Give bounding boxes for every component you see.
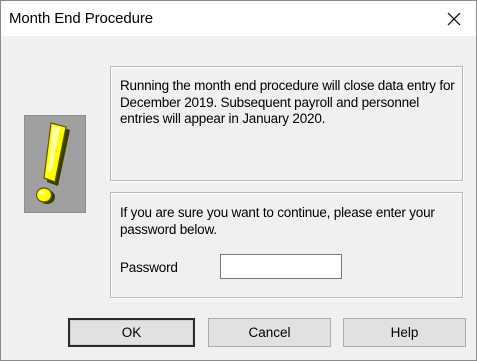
cancel-button[interactable]: Cancel bbox=[208, 318, 331, 347]
close-icon bbox=[447, 12, 461, 25]
message-text: Running the month end procedure will clo… bbox=[120, 78, 455, 126]
help-button[interactable]: Help bbox=[343, 318, 466, 347]
dialog-body: Running the month end procedure will clo… bbox=[1, 36, 476, 360]
title-bar: Month End Procedure bbox=[1, 1, 476, 36]
message-group: Running the month end procedure will clo… bbox=[110, 66, 463, 181]
month-end-dialog: Month End Procedure Running the month en… bbox=[0, 0, 477, 361]
close-button[interactable] bbox=[432, 1, 476, 36]
password-label: Password bbox=[120, 260, 178, 275]
dialog-title: Month End Procedure bbox=[9, 10, 154, 27]
password-prompt: If you are sure you want to continue, pl… bbox=[120, 205, 435, 237]
password-group: If you are sure you want to continue, pl… bbox=[110, 192, 463, 298]
exclamation-icon bbox=[24, 115, 86, 213]
ok-button[interactable]: OK bbox=[68, 318, 195, 347]
password-field[interactable] bbox=[220, 254, 342, 279]
